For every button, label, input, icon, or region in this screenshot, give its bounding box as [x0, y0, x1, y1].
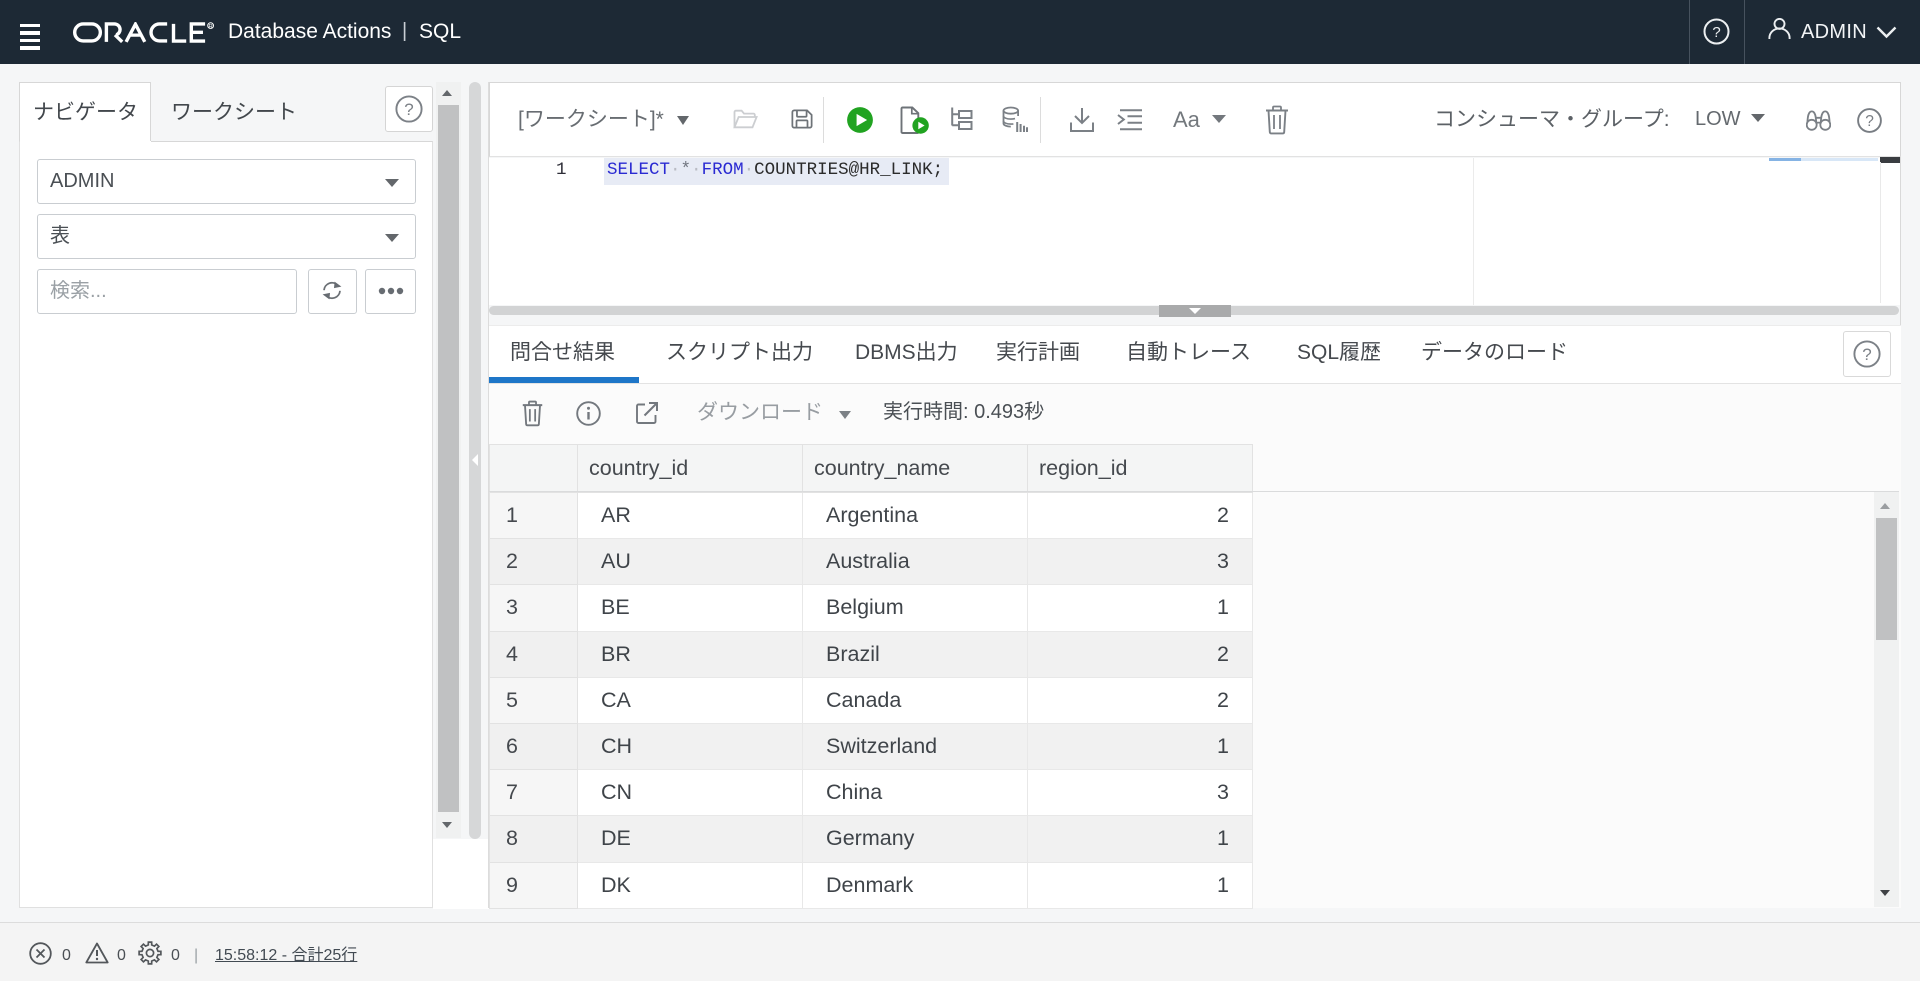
svg-text:R: R — [209, 24, 213, 30]
svg-text:?: ? — [1712, 24, 1720, 41]
svg-text:?: ? — [404, 100, 413, 119]
svg-text:?: ? — [1865, 113, 1874, 130]
svg-text:?: ? — [1862, 345, 1871, 364]
